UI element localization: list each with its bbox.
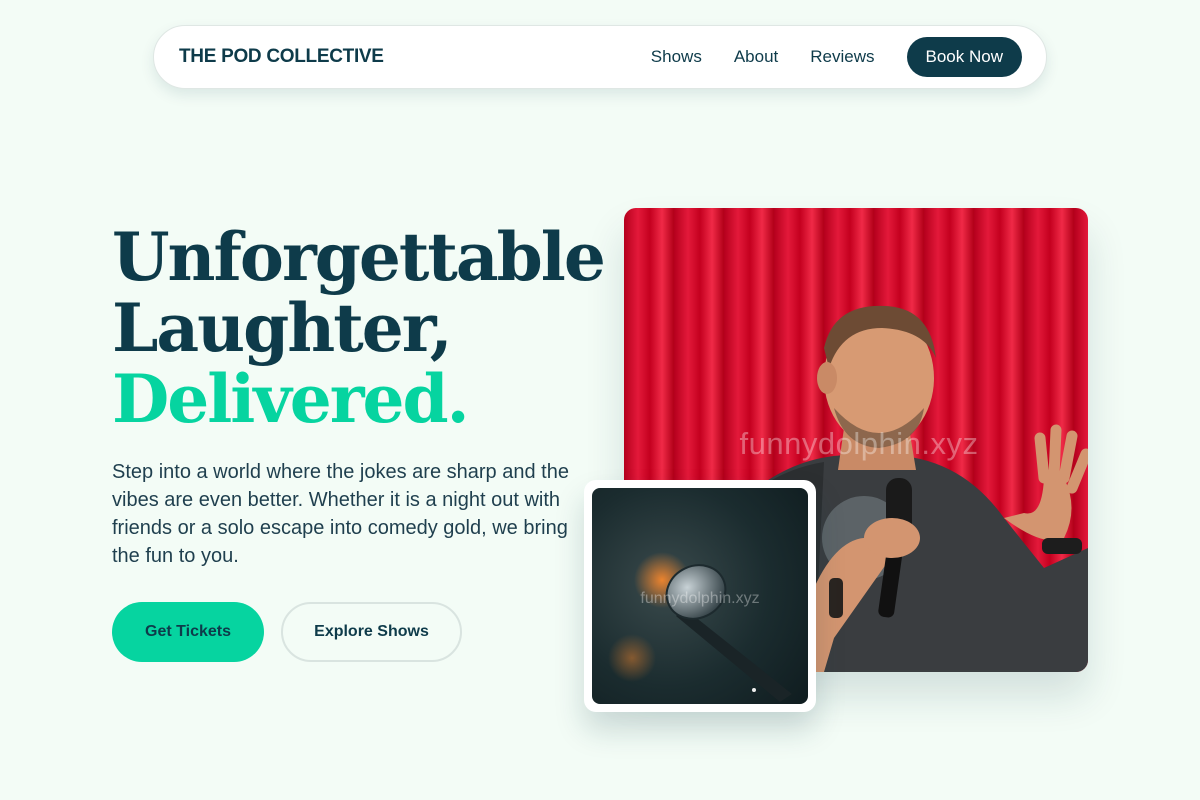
- photo-watermark: funnydolphin.xyz: [739, 426, 979, 461]
- hero-title: Unforgettable Laughter, Delivered.: [112, 218, 606, 438]
- photo-watermark-small: funnydolphin.xyz: [640, 590, 760, 607]
- hero-title-line-2: Laughter,: [112, 289, 453, 367]
- microphone-photo: funnydolphin.xyz: [592, 488, 808, 704]
- top-navigation: THE POD COLLECTIVE Shows About Reviews B…: [153, 25, 1047, 89]
- microphone-photo-card: funnydolphin.xyz: [584, 480, 816, 712]
- brand-logo[interactable]: THE POD COLLECTIVE: [179, 46, 384, 68]
- nav-link-about[interactable]: About: [734, 47, 778, 67]
- explore-shows-button[interactable]: Explore Shows: [281, 602, 462, 662]
- nav-link-reviews[interactable]: Reviews: [810, 47, 874, 67]
- book-now-button[interactable]: Book Now: [906, 37, 1022, 77]
- hero-title-line-1: Unforgettable: [112, 218, 606, 296]
- nav-link-shows[interactable]: Shows: [651, 47, 702, 67]
- landing-page: THE POD COLLECTIVE Shows About Reviews B…: [0, 0, 1200, 800]
- hero-title-accent: Delivered.: [112, 360, 470, 438]
- nav-links: Shows About Reviews Book Now: [651, 37, 1022, 77]
- get-tickets-button[interactable]: Get Tickets: [112, 602, 264, 662]
- hero-description: Step into a world where the jokes are sh…: [112, 461, 569, 567]
